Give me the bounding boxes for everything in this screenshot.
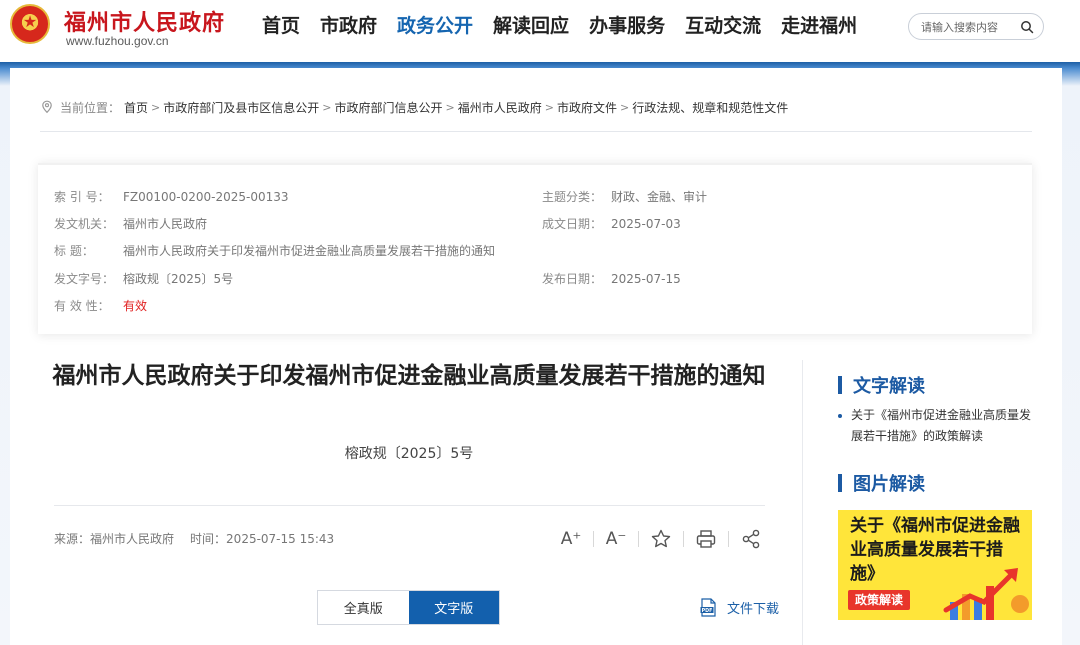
- image-interpretation-heading: 图片解读: [838, 470, 925, 496]
- full-version-tab[interactable]: 全真版: [318, 591, 409, 624]
- policy-poster-image[interactable]: 关于《福州市促进金融业高质量发展若干措施》 政策解读: [838, 510, 1032, 620]
- meta-label: 标 题：: [54, 244, 94, 258]
- breadcrumb-item-municipal-gov[interactable]: 福州市人民政府: [458, 99, 542, 116]
- divider: [683, 531, 684, 547]
- text-interpretation-heading: 文字解读: [838, 372, 925, 398]
- article-title: 福州市人民政府关于印发福州市促进金融业高质量发展若干措施的通知: [52, 363, 766, 389]
- meta-label: 发文机关：: [54, 217, 115, 231]
- nav-item-home[interactable]: 首页: [262, 12, 300, 40]
- search-box: [908, 13, 1044, 40]
- location-icon: [42, 100, 52, 114]
- site-header: 福州市人民政府 www.fuzhou.gov.cn 首页 市政府 政务公开 解读…: [0, 0, 1080, 62]
- meta-label: 有 效 性：: [54, 299, 110, 313]
- breadcrumb-item-dept-county[interactable]: 市政府部门及县市区信息公开: [163, 99, 319, 116]
- breadcrumb-item-dept-info[interactable]: 市政府部门信息公开: [334, 99, 442, 116]
- meta-label: 主题分类：: [542, 190, 603, 204]
- divider: [638, 531, 639, 547]
- nav-item-about-fuzhou[interactable]: 走进福州: [781, 12, 857, 40]
- meta-value: 福州市人民政府关于印发福州市促进金融业高质量发展若干措施的通知: [123, 244, 496, 258]
- meta-label: 成文日期：: [542, 217, 603, 231]
- nav-item-government[interactable]: 市政府: [320, 12, 377, 40]
- main-nav: 首页 市政府 政务公开 解读回应 办事服务 互动交流 走进福州: [262, 12, 877, 40]
- time-value: 2025-07-15 15:43: [226, 532, 335, 546]
- font-increase-icon[interactable]: A⁺: [558, 527, 584, 551]
- breadcrumb: 当前位置： 首页 > 市政府部门及县市区信息公开 > 市政府部门信息公开 > 福…: [40, 97, 788, 117]
- divider: [593, 531, 594, 547]
- version-toggle: 全真版 文字版: [317, 590, 500, 625]
- star-icon[interactable]: [648, 527, 674, 551]
- divider: [54, 505, 765, 506]
- meta-value: 2025-07-15: [611, 272, 681, 286]
- download-label[interactable]: 文件下载: [727, 598, 779, 617]
- article-doc-number: 榕政规〔2025〕5号: [344, 446, 474, 462]
- svg-text:PDF: PDF: [702, 608, 713, 614]
- site-title[interactable]: 福州市人民政府: [64, 5, 225, 37]
- source-label: 来源：: [54, 532, 91, 546]
- chevron-right-icon: >: [619, 100, 630, 114]
- chevron-right-icon: >: [151, 100, 161, 114]
- article-toolbar: A⁺ A⁻: [558, 526, 764, 552]
- article-meta: 来源：福州市人民政府 时间：2025-07-15 15:43: [54, 530, 334, 547]
- font-decrease-icon[interactable]: A⁻: [603, 527, 629, 551]
- divider: [728, 531, 729, 547]
- chevron-right-icon: >: [544, 100, 554, 114]
- national-emblem-icon[interactable]: [10, 4, 50, 44]
- nav-item-interpretation[interactable]: 解读回应: [493, 12, 569, 40]
- site-domain[interactable]: www.fuzhou.gov.cn: [66, 34, 169, 48]
- meta-label: 发文字号：: [54, 272, 115, 286]
- meta-value: 财政、金融、审计: [611, 190, 708, 204]
- share-icon[interactable]: [738, 527, 764, 551]
- nav-item-services[interactable]: 办事服务: [589, 12, 665, 40]
- meta-validity: 有 效 性： 有效: [54, 297, 147, 314]
- meta-doc-number: 发文字号： 榕政规〔2025〕5号: [54, 270, 233, 287]
- search-icon[interactable]: [1020, 20, 1034, 34]
- search-input[interactable]: [921, 18, 1017, 36]
- breadcrumb-item-home[interactable]: 首页: [124, 99, 148, 116]
- meta-index: 索 引 号： FZ00100-0200-2025-00133: [54, 188, 289, 205]
- meta-label: 发布日期：: [542, 272, 603, 286]
- validity-status: 有效: [123, 299, 148, 313]
- meta-label: 索 引 号：: [54, 190, 110, 204]
- text-version-tab[interactable]: 文字版: [408, 591, 499, 624]
- nav-item-interaction[interactable]: 互动交流: [685, 12, 761, 40]
- nav-item-gov-affairs[interactable]: 政务公开: [397, 12, 473, 40]
- document-meta-card: 索 引 号： FZ00100-0200-2025-00133 主题分类： 财政、金融…: [38, 163, 1032, 334]
- growth-arrow-illustration: [943, 568, 1029, 620]
- breadcrumb-item-regulations[interactable]: 行政法规、规章和规范性文件: [632, 99, 788, 116]
- meta-value: 榕政规〔2025〕5号: [123, 272, 234, 286]
- chevron-right-icon: >: [445, 100, 455, 114]
- meta-value: 2025-07-03: [611, 217, 681, 231]
- image-interpretation-title: 图片解读: [853, 474, 925, 495]
- source-value: 福州市人民政府: [90, 532, 175, 546]
- meta-title: 标 题： 福州市人民政府关于印发福州市促进金融业高质量发展若干措施的通知: [54, 242, 495, 259]
- divider: [802, 360, 803, 645]
- pdf-file-icon: PDF: [700, 598, 716, 617]
- text-interpretation-title: 文字解读: [853, 376, 925, 397]
- file-download-link[interactable]: PDF 文件下载: [700, 598, 779, 617]
- breadcrumb-item-gov-documents[interactable]: 市政府文件: [557, 99, 617, 116]
- heading-bar: [838, 474, 842, 492]
- chevron-right-icon: >: [322, 100, 332, 114]
- print-icon[interactable]: [693, 527, 719, 551]
- breadcrumb-prefix: 当前位置：: [60, 100, 121, 115]
- meta-value: 福州市人民政府: [123, 217, 208, 231]
- meta-topic: 主题分类： 财政、金融、审计: [542, 188, 707, 205]
- meta-value: FZ00100-0200-2025-00133: [123, 190, 289, 204]
- meta-written-date: 成文日期： 2025-07-03: [542, 215, 681, 232]
- policy-interpretation-link[interactable]: 关于《福州市促进金融业高质量发展若干措施》的政策解读: [838, 405, 1038, 447]
- poster-badge: 政策解读: [848, 590, 911, 610]
- meta-publish-date: 发布日期： 2025-07-15: [542, 270, 681, 287]
- time-label: 时间：: [190, 532, 227, 546]
- meta-issuer: 发文机关： 福州市人民政府: [54, 215, 207, 232]
- divider: [40, 131, 1032, 132]
- heading-bar: [838, 376, 842, 394]
